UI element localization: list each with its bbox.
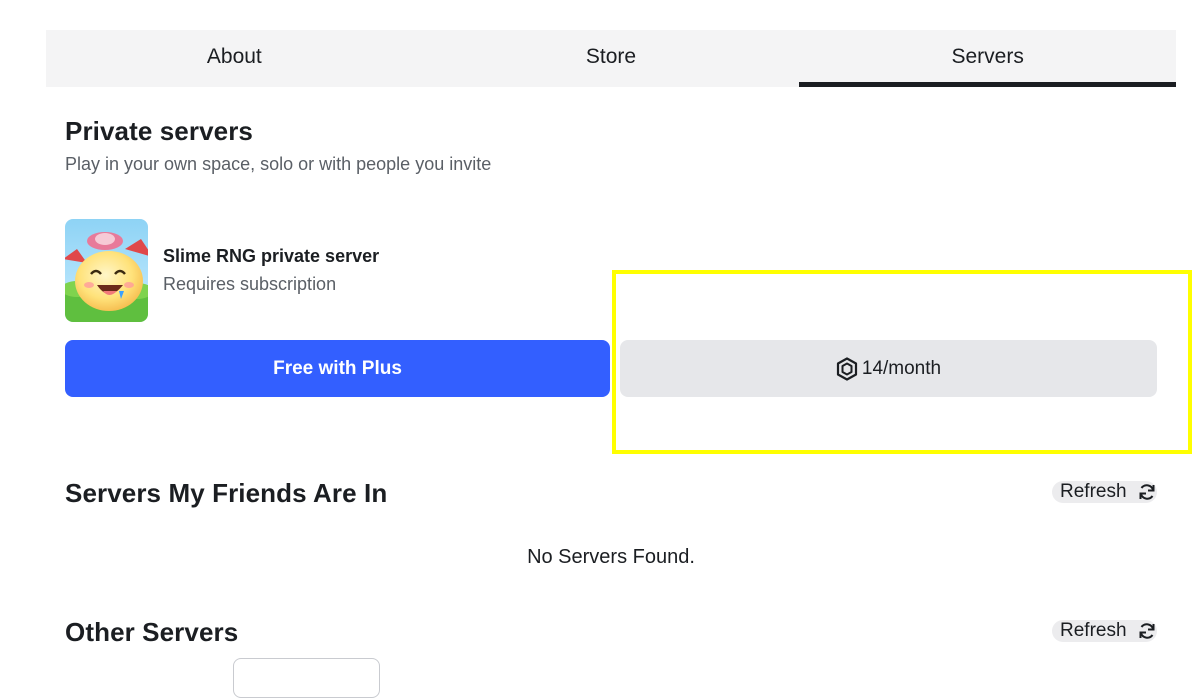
other-refresh-button[interactable]: Refresh: [1052, 620, 1157, 642]
slime-thumbnail-image: [65, 219, 148, 322]
friends-refresh-label: Refresh: [1060, 481, 1127, 502]
friends-servers-title: Servers My Friends Are In: [65, 478, 388, 508]
tab-store-label: Store: [585, 44, 637, 68]
free-with-plus-button[interactable]: Free with Plus: [65, 340, 610, 397]
tab-about-label: About: [206, 44, 262, 68]
private-servers-title: Private servers: [65, 116, 253, 146]
no-servers-message: No Servers Found.: [527, 546, 695, 568]
server-name: Slime RNG private server: [163, 246, 380, 266]
game-thumbnail: [65, 219, 148, 322]
refresh-icon: [1137, 482, 1157, 502]
other-refresh-label: Refresh: [1060, 620, 1127, 641]
free-with-plus-label: Free with Plus: [273, 357, 402, 379]
price-label: 14/month: [861, 357, 942, 379]
refresh-icon: [1137, 621, 1157, 641]
other-servers-title: Other Servers: [65, 617, 239, 647]
robux-icon: [836, 356, 858, 381]
tab-store[interactable]: Store: [423, 30, 800, 87]
tab-about[interactable]: About: [46, 30, 423, 87]
tab-bar: About Store Servers: [46, 30, 1176, 87]
private-servers-subtitle: Play in your own space, solo or with peo…: [65, 154, 492, 174]
tab-servers[interactable]: Servers: [799, 30, 1176, 87]
friends-refresh-button[interactable]: Refresh: [1052, 481, 1157, 503]
server-requirement: Requires subscription: [163, 274, 337, 294]
tab-servers-label: Servers: [951, 44, 1024, 68]
subscribe-price-button[interactable]: 14/month: [620, 340, 1157, 397]
server-filter-dropdown[interactable]: [233, 658, 380, 698]
